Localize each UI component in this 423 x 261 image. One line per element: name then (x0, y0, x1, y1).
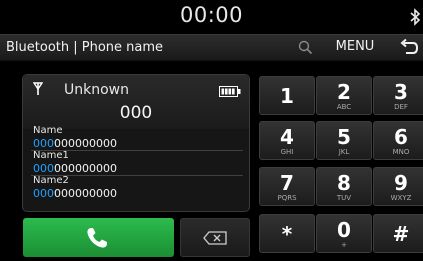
contact-number: 000000000000 (33, 162, 233, 175)
key-9[interactable]: 9 WXYZ (373, 167, 423, 206)
key-letters: GHI (280, 148, 294, 156)
key-1[interactable]: 1 (259, 76, 315, 115)
key-digit: 2 (337, 80, 351, 104)
key-letters: MNO (392, 148, 410, 156)
backspace-icon (203, 231, 227, 245)
key-3[interactable]: 3 DEF (373, 76, 423, 115)
key-0[interactable]: 0 + (316, 214, 372, 253)
header-bar: Bluetooth | Phone name MENU (0, 34, 423, 61)
clock: 00:00 (179, 3, 244, 27)
key-4[interactable]: 4 GHI (259, 121, 315, 160)
back-arrow-icon[interactable] (398, 38, 420, 58)
number-match-highlight: 000 (33, 137, 54, 150)
contact-number: 000000000000 (33, 187, 233, 200)
key-5[interactable]: 5 JKL (316, 121, 372, 160)
number-match-highlight: 000 (33, 162, 54, 175)
contact-name: Name1 (33, 150, 69, 161)
key-letters: TUV (336, 194, 352, 202)
key-digit: 5 (337, 125, 351, 149)
key-letters: PQRS (277, 194, 297, 202)
contact-name: Name (33, 125, 63, 136)
key-digit: 3 (394, 80, 408, 104)
number-remainder: 000000000 (54, 162, 117, 175)
key-letters: JKL (338, 148, 350, 156)
delete-button[interactable] (180, 218, 250, 257)
contact-name: Name2 (33, 175, 69, 186)
key-digit: 6 (394, 125, 408, 149)
battery-icon (219, 86, 241, 97)
key-digit: 7 (280, 171, 294, 195)
antenna-signal-icon (33, 82, 43, 95)
contact-match-item[interactable]: Name1 000000000000 (33, 150, 233, 176)
bluetooth-icon (410, 8, 421, 26)
key-digit: 4 (280, 125, 294, 149)
search-icon[interactable] (296, 38, 316, 58)
dialed-number: 000 (119, 103, 153, 123)
key-hash[interactable]: # (373, 214, 423, 253)
number-remainder: 000000000 (54, 137, 117, 150)
key-letters: DEF (394, 103, 408, 111)
contact-match-item[interactable]: Name 000000000000 (33, 125, 233, 151)
key-digit: 9 (394, 171, 408, 195)
key-letters: ABC (336, 103, 352, 111)
caller-name: Unknown (64, 82, 129, 98)
status-bar: 00:00 (0, 0, 423, 34)
key-digit: 0 (337, 218, 351, 242)
phone-handset-icon (87, 228, 107, 248)
key-8[interactable]: 8 TUV (316, 167, 372, 206)
header-title: Bluetooth | Phone name (6, 40, 164, 55)
key-letters: WXYZ (390, 194, 412, 202)
key-star[interactable]: * (259, 214, 315, 253)
contact-panel: Unknown 000 Name 000000000000 Name1 0000… (22, 74, 250, 212)
contact-match-item[interactable]: Name2 000000000000 (33, 175, 233, 201)
menu-button[interactable]: MENU (332, 39, 378, 58)
key-digit: 8 (337, 171, 351, 195)
number-match-highlight: 000 (33, 187, 54, 200)
key-6[interactable]: 6 MNO (373, 121, 423, 160)
key-digit: 1 (280, 84, 294, 108)
key-letters: + (341, 241, 347, 249)
caller-header: Unknown 000 (23, 75, 249, 129)
call-button[interactable] (23, 218, 174, 257)
contact-number: 000000000000 (33, 137, 233, 150)
number-remainder: 000000000 (54, 187, 117, 200)
key-7[interactable]: 7 PQRS (259, 167, 315, 206)
key-2[interactable]: 2 ABC (316, 76, 372, 115)
key-digit: # (392, 222, 410, 246)
key-digit: * (281, 222, 293, 246)
